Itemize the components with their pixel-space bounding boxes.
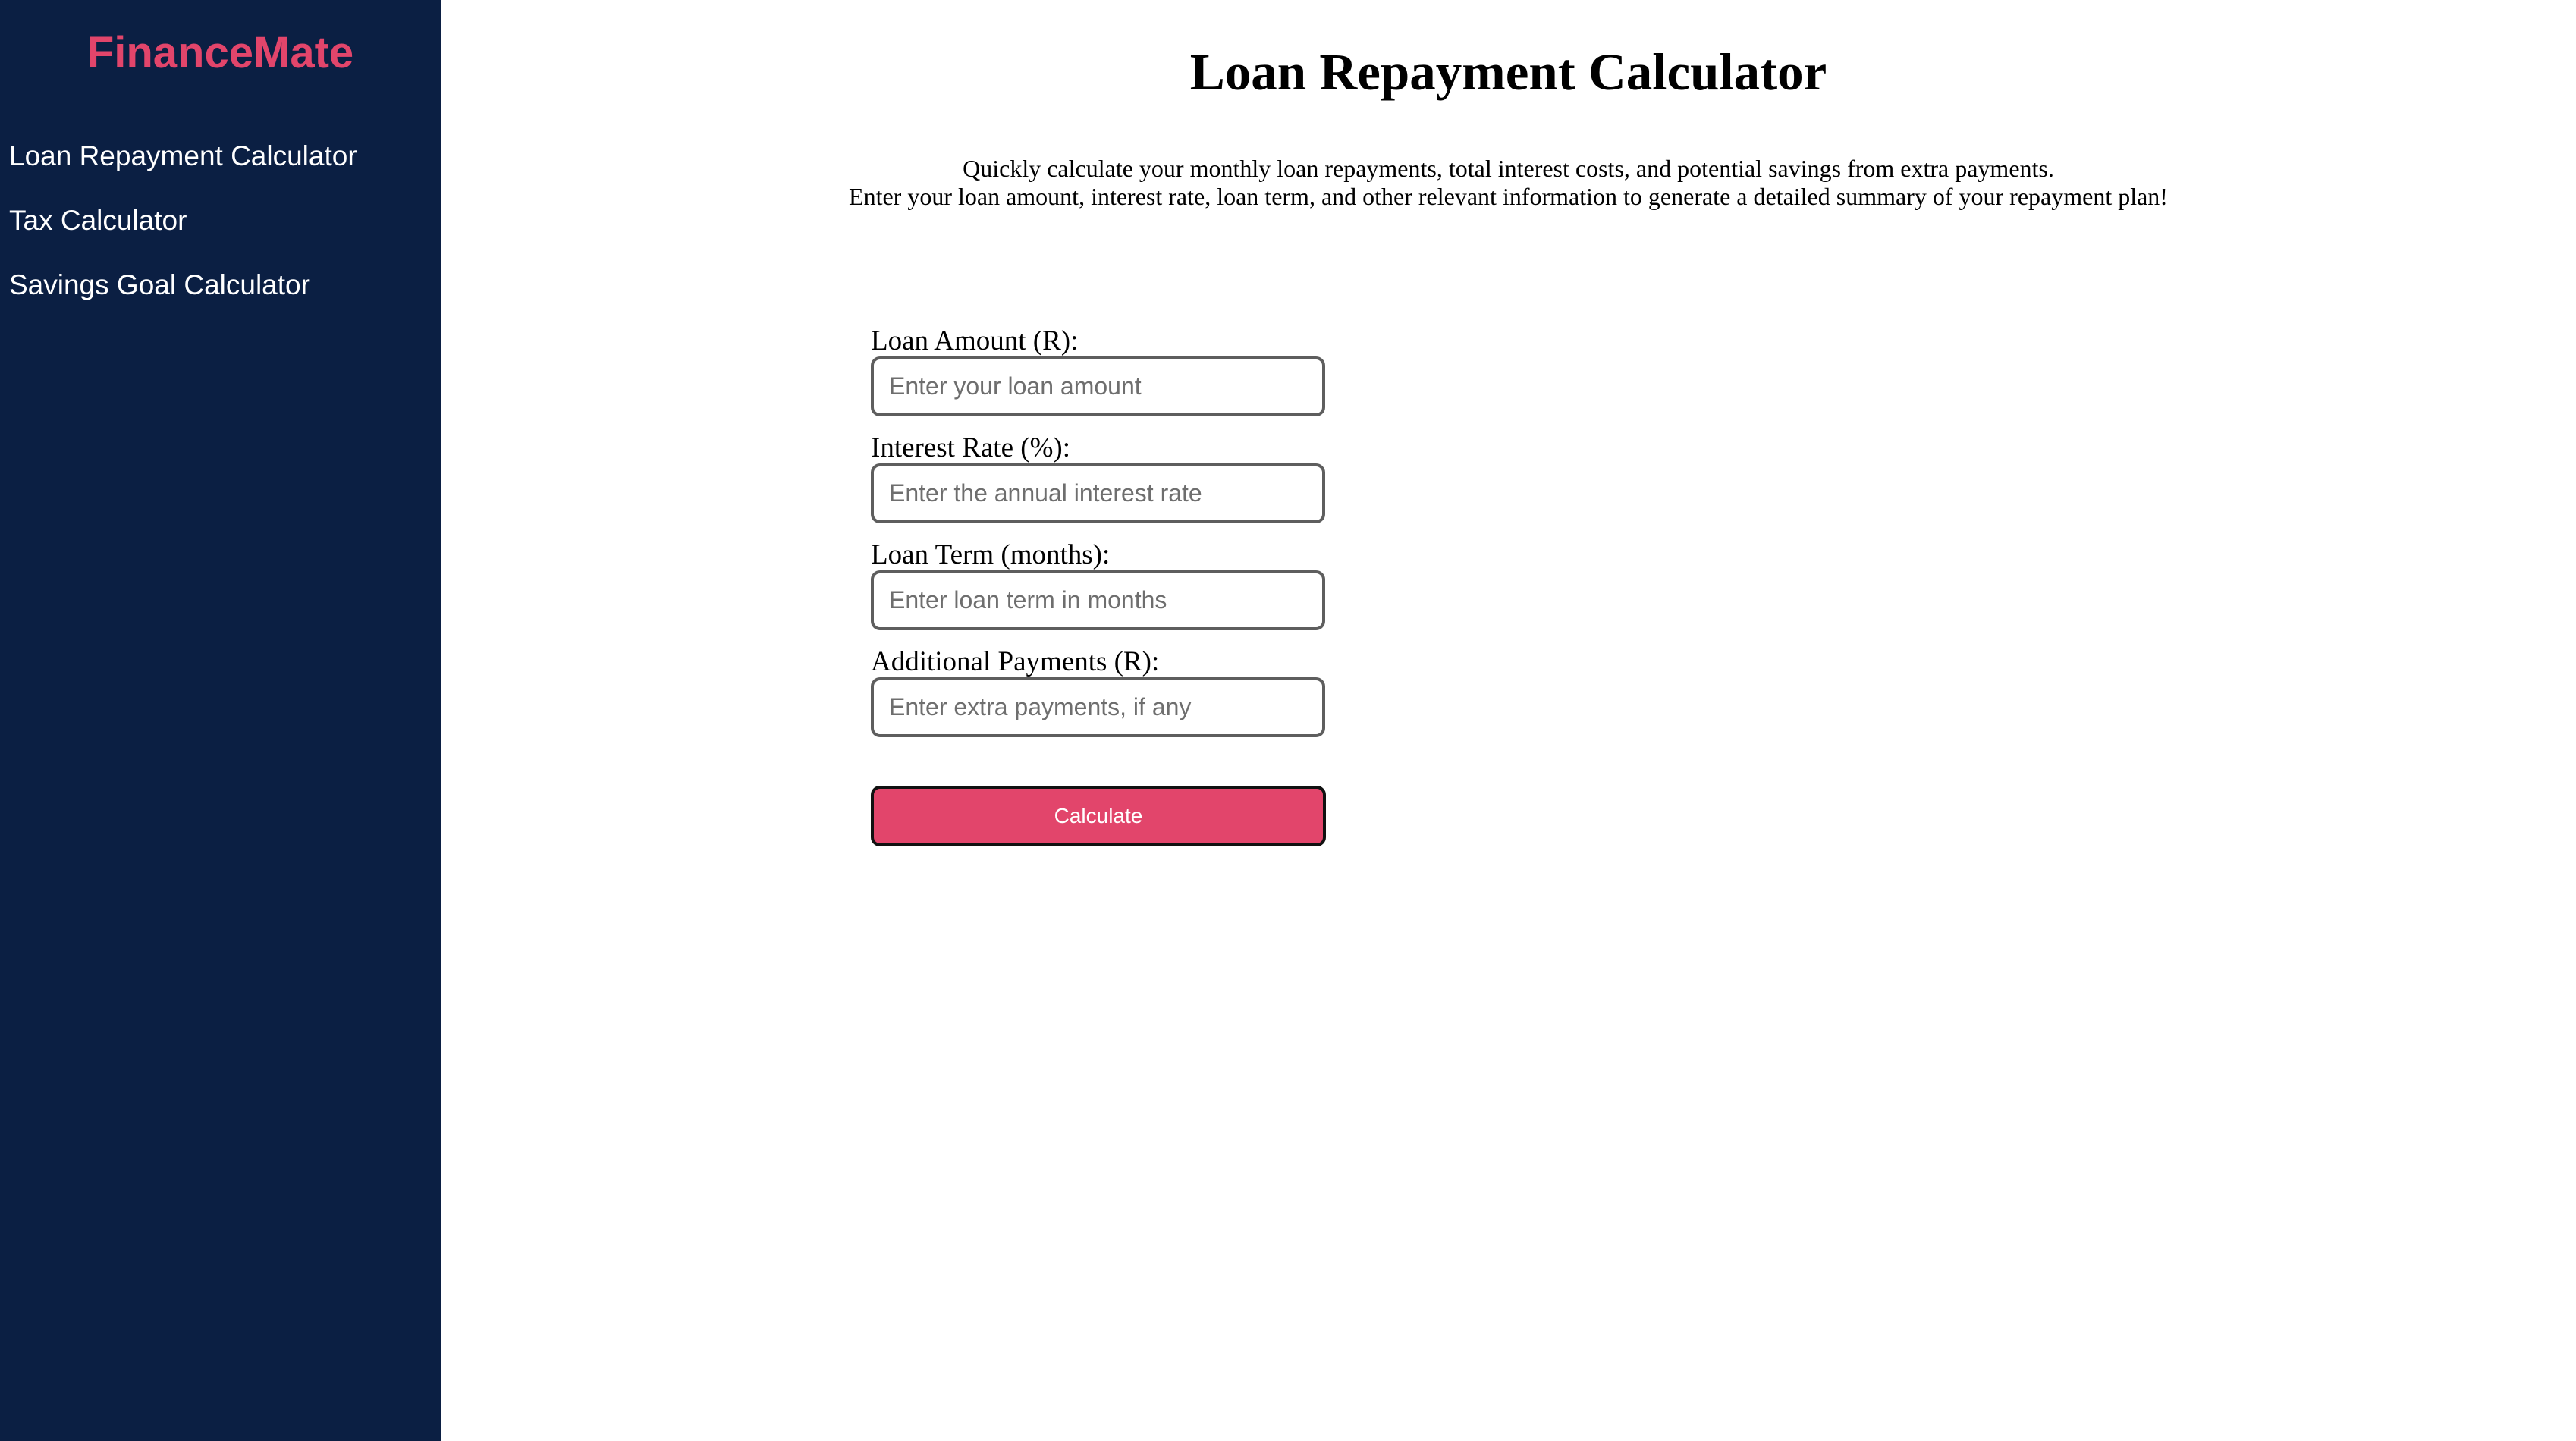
sidebar-item-savings-goal-calculator[interactable]: Savings Goal Calculator <box>9 268 310 302</box>
additional-payments-label: Additional Payments (R): <box>871 646 1160 677</box>
additional-payments-input[interactable] <box>871 677 1325 737</box>
loan-amount-label: Loan Amount (R): <box>871 325 1079 356</box>
loan-amount-input[interactable] <box>871 356 1325 416</box>
loan-term-input[interactable] <box>871 570 1325 630</box>
interest-rate-label: Interest Rate (%): <box>871 432 1070 463</box>
interest-rate-input[interactable] <box>871 463 1325 523</box>
brand-logo[interactable]: FinanceMate <box>0 26 441 80</box>
calculate-button[interactable]: Calculate <box>871 786 1326 846</box>
loan-term-label: Loan Term (months): <box>871 539 1111 570</box>
intro-line-1: Quickly calculate your monthly loan repa… <box>963 155 2054 182</box>
main-content: Loan Repayment Calculator Quickly calcul… <box>441 0 2576 1441</box>
intro-line-2: Enter your loan amount, interest rate, l… <box>849 183 2168 210</box>
sidebar-item-tax-calculator[interactable]: Tax Calculator <box>9 204 187 237</box>
sidebar-item-loan-repayment-calculator[interactable]: Loan Repayment Calculator <box>9 140 357 173</box>
page-title: Loan Repayment Calculator <box>1189 43 1827 101</box>
sidebar: FinanceMate Loan Repayment Calculator Ta… <box>0 0 441 1441</box>
intro-text: Quickly calculate your monthly loan repa… <box>441 155 2576 211</box>
